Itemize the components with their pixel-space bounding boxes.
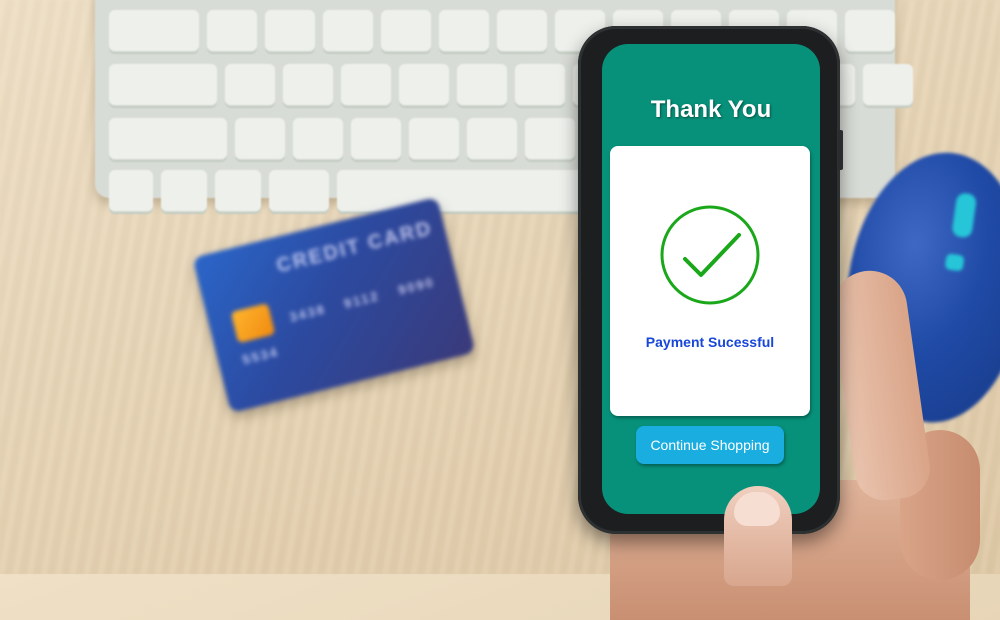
key (525, 118, 575, 160)
page-title: Thank You (650, 96, 772, 123)
payment-status-text: Payment Sucessful (645, 334, 775, 350)
smartphone: Thank You Payment Sucessful Continue Sho… (578, 26, 840, 534)
key (225, 64, 275, 106)
key (863, 64, 913, 106)
key-fn (109, 170, 153, 212)
key (341, 64, 391, 106)
key (457, 64, 507, 106)
key (409, 118, 459, 160)
thumbnail-nail (734, 492, 780, 526)
card-number-part: 5534 (240, 344, 281, 368)
key (497, 10, 547, 52)
key (845, 10, 895, 52)
thumb (724, 486, 792, 586)
card-number-part: 9112 (342, 288, 382, 312)
key-shift (109, 118, 227, 160)
key (439, 10, 489, 52)
card-chip (230, 303, 276, 344)
card-number-part: 3438 (287, 301, 328, 325)
key (381, 10, 431, 52)
key (399, 64, 449, 106)
key (235, 118, 285, 160)
check-circle-icon (660, 205, 760, 305)
key (515, 64, 565, 106)
key-option (215, 170, 261, 212)
key (283, 64, 333, 106)
continue-shopping-button[interactable]: Continue Shopping (636, 426, 784, 464)
key (467, 118, 517, 160)
key (207, 10, 257, 52)
key-control (161, 170, 207, 212)
key (265, 10, 315, 52)
phone-side-button (838, 130, 843, 170)
mouse-scroll-wheel (951, 192, 978, 239)
key (109, 10, 199, 52)
key (293, 118, 343, 160)
key-command (269, 170, 329, 212)
payment-status-card: Payment Sucessful (610, 146, 810, 416)
card-number-part: 9090 (396, 274, 437, 298)
phone-screen: Thank You Payment Sucessful Continue Sho… (602, 44, 820, 514)
key (351, 118, 401, 160)
mouse-button (944, 253, 965, 272)
key-caps-lock (109, 64, 217, 106)
key (323, 10, 373, 52)
